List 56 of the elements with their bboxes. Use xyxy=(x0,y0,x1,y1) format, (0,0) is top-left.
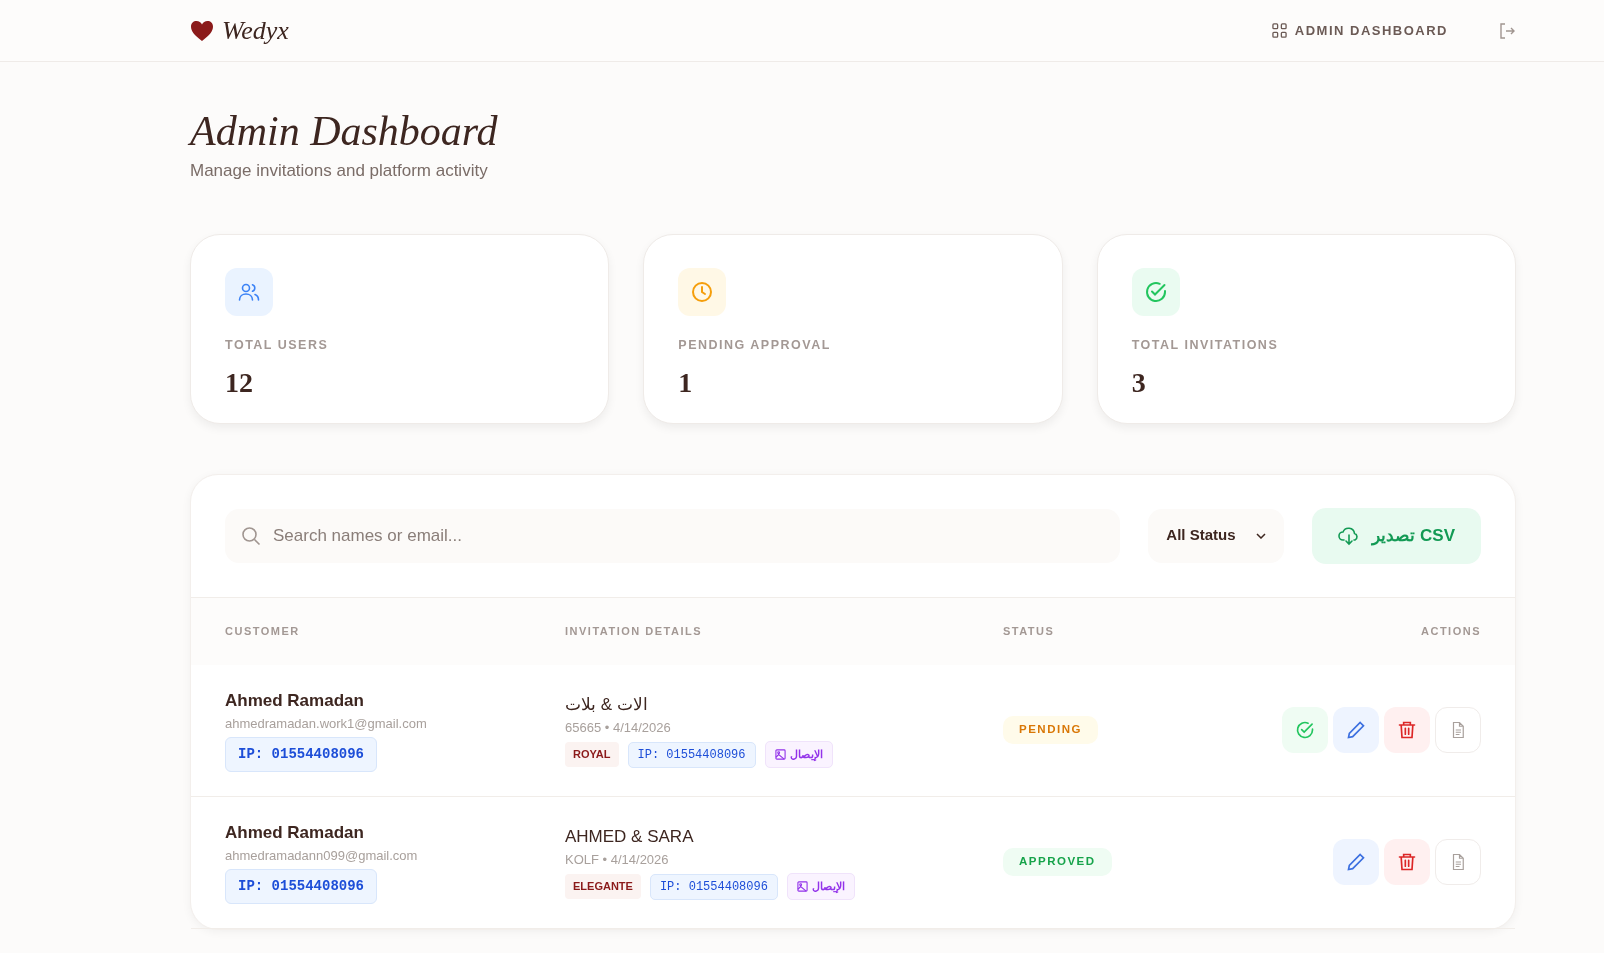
document-button[interactable] xyxy=(1435,707,1481,753)
trash-icon xyxy=(1397,720,1417,740)
delete-button[interactable] xyxy=(1384,839,1430,885)
check-circle-icon xyxy=(1295,720,1315,740)
status-badge: PENDING xyxy=(1003,716,1098,744)
ip-tag: IP: 01554408096 xyxy=(649,873,778,900)
column-header: STATUS xyxy=(1003,623,1056,639)
column-header: INVITATION DETAILS xyxy=(565,623,703,639)
image-icon xyxy=(796,881,808,892)
template-tag: ROYAL xyxy=(565,742,619,767)
check-circle-icon xyxy=(1143,279,1168,304)
clock-icon xyxy=(690,279,715,304)
couple-names: الات & بلات xyxy=(565,694,648,717)
customer-name: Ahmed Ramadan xyxy=(225,822,364,844)
page-subtitle: Manage invitations and platform activity xyxy=(190,160,489,182)
customer-name: Ahmed Ramadan xyxy=(225,690,364,712)
cloud-download-icon xyxy=(1338,525,1361,546)
brand-logo[interactable]: Wedyx xyxy=(222,11,289,50)
stat-value: 1 xyxy=(678,366,694,401)
delete-button[interactable] xyxy=(1384,707,1430,753)
grid-icon xyxy=(1271,23,1287,38)
export-csv-button[interactable]: تصدير CSV xyxy=(1312,507,1481,564)
document-button[interactable] xyxy=(1435,839,1481,885)
edit-button[interactable] xyxy=(1333,839,1379,885)
search-field[interactable]: Search names or email... xyxy=(225,508,1121,563)
status-badge: APPROVED xyxy=(1003,848,1112,876)
receipt-link[interactable]: الإيصال xyxy=(786,873,855,900)
chevron-down-icon xyxy=(1256,532,1267,539)
logout-icon[interactable] xyxy=(1498,21,1516,40)
stat-label: TOTAL USERS xyxy=(225,336,330,354)
stat-label: PENDING APPROVAL xyxy=(678,336,832,354)
template-tag: ELEGANTE xyxy=(565,874,641,899)
ip-tag: IP: 01554408096 xyxy=(627,741,756,768)
image-icon xyxy=(774,749,786,760)
heart-icon xyxy=(190,19,214,42)
receipt-link[interactable]: الإيصال xyxy=(764,741,833,768)
customer-email: ahmedramadan.work1@gmail.com xyxy=(225,714,427,733)
edit-button[interactable] xyxy=(1333,707,1379,753)
ip-badge: IP: 01554408096 xyxy=(225,737,378,772)
invitation-meta: KOLF • 4/14/2026 xyxy=(565,850,669,869)
admin-dashboard-link[interactable]: ADMIN DASHBOARD xyxy=(1271,20,1448,41)
trash-icon xyxy=(1397,852,1417,872)
status-dropdown[interactable]: All Status xyxy=(1148,508,1285,563)
approve-button[interactable] xyxy=(1282,707,1328,753)
stat-label: TOTAL INVITATIONS xyxy=(1131,336,1280,354)
search-icon xyxy=(241,525,261,546)
ip-badge: IP: 01554408096 xyxy=(225,869,378,904)
column-header: CUSTOMER xyxy=(225,623,301,639)
stat-value: 12 xyxy=(225,366,254,401)
couple-names: AHMED & SARA xyxy=(565,826,694,849)
customer-email: ahmedramadann099@gmail.com xyxy=(225,846,418,865)
pencil-icon xyxy=(1346,852,1366,872)
stat-value: 3 xyxy=(1131,366,1147,401)
invitation-meta: 65665 • 4/14/2026 xyxy=(565,718,671,737)
pencil-icon xyxy=(1346,720,1366,740)
column-header: ACTIONS xyxy=(1421,623,1481,639)
